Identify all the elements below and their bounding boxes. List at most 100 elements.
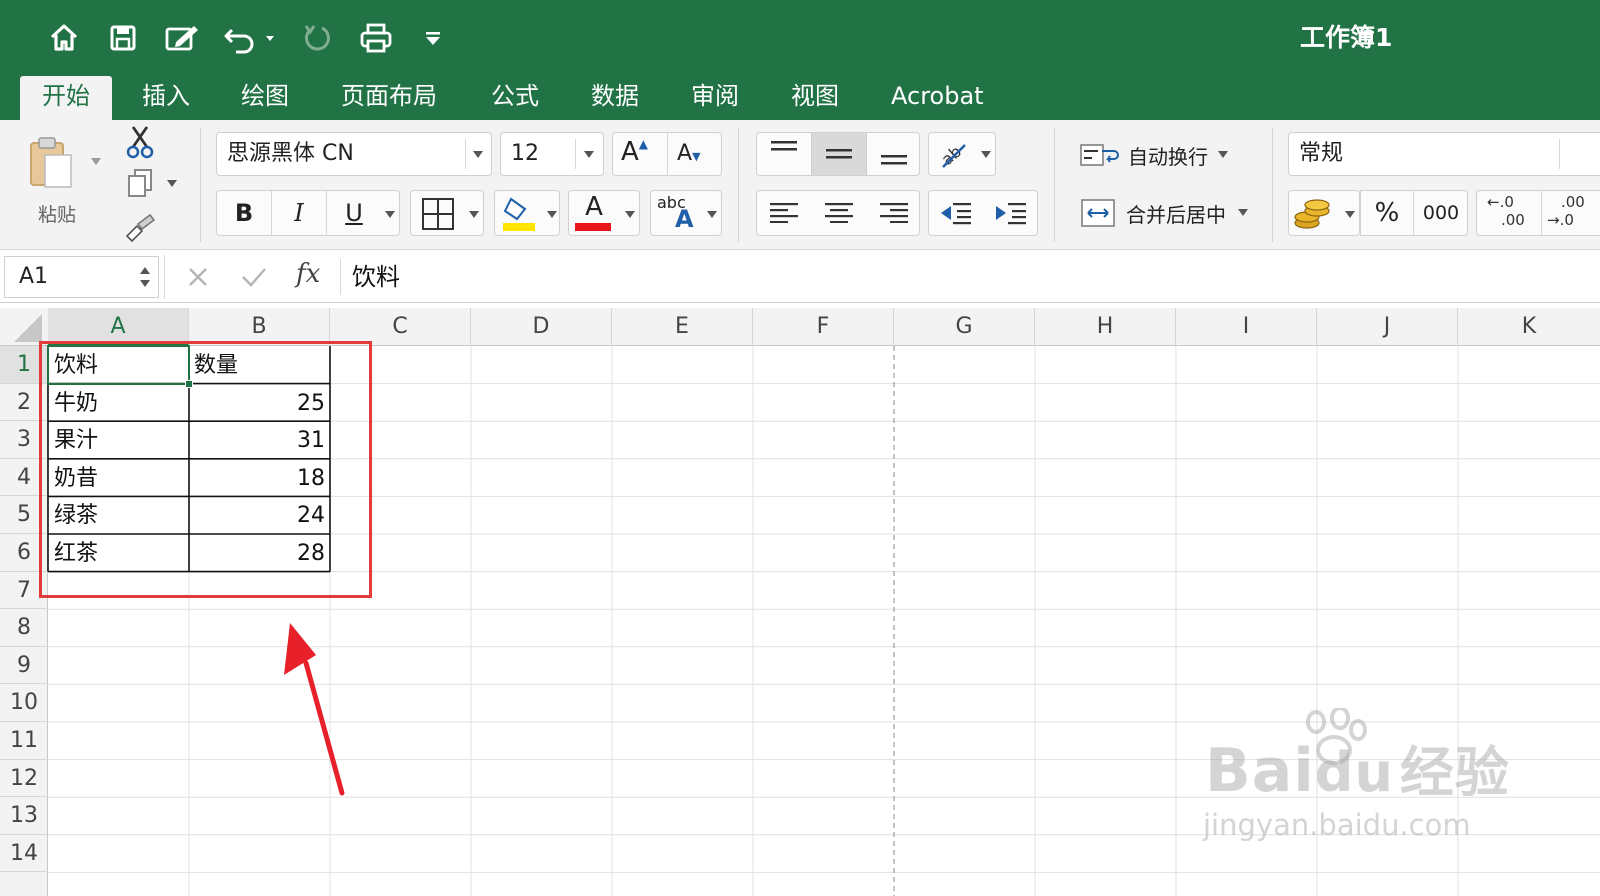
grow-font-icon: ▲	[638, 137, 649, 151]
insert-function-button[interactable]: fx	[296, 259, 320, 289]
increase-decimal-button[interactable]: ←.0 .00	[1487, 193, 1525, 229]
tab-draw[interactable]: 绘图	[219, 76, 311, 120]
formula-input[interactable]: 饮料	[352, 259, 400, 295]
tab-acrobat[interactable]: Acrobat	[869, 76, 1006, 120]
accounting-format-button[interactable]	[1288, 190, 1360, 236]
workbook-title: 工作簿1	[1300, 23, 1393, 52]
ribbon-separator	[738, 128, 739, 242]
copy-icon[interactable]	[122, 166, 158, 200]
shrink-font-button[interactable]: A▼	[677, 141, 701, 166]
tab-data[interactable]: 数据	[569, 76, 661, 120]
phonetic-dropdown-icon[interactable]	[707, 211, 717, 218]
tab-home[interactable]: 开始	[20, 76, 112, 120]
fill-color-dropdown-icon[interactable]	[547, 211, 557, 218]
name-box-stepper-icon[interactable]	[138, 263, 152, 291]
button-divider	[667, 133, 668, 175]
increase-decimal-bottom: .00	[1501, 211, 1525, 229]
align-bottom-button[interactable]	[867, 133, 921, 175]
title-bar: 工作簿1	[0, 0, 1600, 76]
annotation-arrow-icon	[284, 623, 345, 796]
button-divider	[1541, 191, 1542, 235]
decrease-decimal-button[interactable]: .00 →.0	[1547, 193, 1585, 229]
shrink-font-icon: ▼	[692, 150, 701, 163]
svg-text:ab: ab	[938, 142, 966, 169]
decrease-decimal-top: .00	[1561, 193, 1585, 211]
underline-button[interactable]: U	[327, 191, 381, 235]
tab-view[interactable]: 视图	[769, 76, 861, 120]
number-format-combo[interactable]: 常规	[1288, 132, 1600, 176]
worksheet-grid[interactable]: A B C D E F G H I J K 1 2 3 4 5 6 7 8 9 …	[0, 303, 1600, 896]
wrap-text-dropdown-icon[interactable]	[1218, 151, 1228, 158]
align-right-button[interactable]	[867, 191, 921, 235]
decrease-decimal-bottom: →.0	[1547, 211, 1574, 229]
name-box[interactable]: A1	[4, 256, 159, 298]
align-top-icon	[771, 141, 797, 151]
font-size-adjust-group: A▲ A▼	[612, 132, 722, 176]
shrink-font-label: A	[677, 141, 693, 166]
bold-button[interactable]: B	[217, 191, 271, 235]
percent-style-button[interactable]: %	[1361, 191, 1413, 235]
grow-font-button[interactable]: A▲	[621, 137, 648, 167]
align-center-icon	[825, 203, 853, 223]
accounting-dropdown-icon[interactable]	[1345, 211, 1355, 218]
underline-dropdown-icon[interactable]	[385, 211, 395, 218]
merge-center-label: 合并后居中	[1126, 202, 1226, 227]
number-format-value: 常规	[1299, 141, 1344, 166]
horizontal-align-group	[756, 190, 920, 236]
cut-icon[interactable]	[122, 124, 158, 160]
orientation-dropdown-icon[interactable]	[981, 151, 991, 158]
orientation-button[interactable]: ab	[928, 132, 996, 176]
redo-icon[interactable]	[296, 16, 336, 60]
paw-icon	[1306, 708, 1367, 765]
coins-icon	[1294, 199, 1330, 229]
merge-center-dropdown-icon[interactable]	[1238, 209, 1248, 216]
fill-bucket-icon	[503, 197, 535, 231]
home-icon[interactable]	[44, 16, 84, 60]
copy-dropdown-icon[interactable]	[167, 180, 177, 187]
font-color-button[interactable]: A	[568, 190, 640, 236]
decrease-indent-button[interactable]	[929, 191, 983, 235]
undo-icon[interactable]	[220, 16, 280, 60]
edit-icon[interactable]	[160, 16, 204, 60]
grow-font-label: A	[621, 137, 639, 167]
borders-button[interactable]	[410, 190, 484, 236]
fill-color-button[interactable]	[494, 190, 560, 236]
combo-divider	[1559, 139, 1560, 169]
paste-icon[interactable]	[20, 128, 80, 198]
align-top-button[interactable]	[757, 133, 811, 175]
tab-review[interactable]: 审阅	[669, 76, 761, 120]
font-name-combo[interactable]: 思源黑体 CN	[216, 132, 492, 176]
increase-indent-button[interactable]	[984, 191, 1038, 235]
font-size-value: 12	[511, 141, 539, 166]
align-middle-icon	[826, 149, 852, 159]
wrap-text-button[interactable]: 自动换行	[1076, 134, 1246, 176]
font-name-value: 思源黑体 CN	[227, 141, 354, 166]
font-name-dropdown-icon[interactable]	[473, 151, 483, 158]
phonetic-button[interactable]: abc A	[650, 190, 722, 236]
align-middle-button[interactable]	[811, 132, 867, 176]
align-left-button[interactable]	[757, 191, 811, 235]
tab-insert[interactable]: 插入	[120, 76, 212, 120]
format-painter-icon[interactable]	[122, 210, 158, 244]
italic-button[interactable]: I	[272, 191, 326, 235]
print-icon[interactable]	[354, 16, 398, 60]
tab-formulas[interactable]: 公式	[469, 76, 561, 120]
save-icon[interactable]	[103, 16, 143, 60]
increase-decimal-top: ←.0	[1487, 193, 1514, 211]
merge-center-button[interactable]: 合并后居中	[1076, 192, 1266, 234]
font-size-combo[interactable]: 12	[500, 132, 604, 176]
font-size-dropdown-icon[interactable]	[584, 151, 594, 158]
combo-divider	[465, 139, 466, 169]
indent-group	[928, 190, 1038, 236]
paste-dropdown-icon[interactable]	[91, 158, 101, 165]
cancel-icon[interactable]	[186, 265, 210, 289]
combo-divider	[575, 139, 576, 169]
borders-dropdown-icon[interactable]	[469, 211, 479, 218]
comma-style-button[interactable]: 000	[1414, 191, 1468, 235]
orientation-icon: ab	[938, 142, 966, 169]
font-color-dropdown-icon[interactable]	[625, 211, 635, 218]
align-center-button[interactable]	[812, 191, 866, 235]
tab-page-layout[interactable]: 页面布局	[319, 76, 459, 120]
enter-icon[interactable]	[240, 265, 268, 289]
customize-icon[interactable]	[418, 16, 448, 60]
